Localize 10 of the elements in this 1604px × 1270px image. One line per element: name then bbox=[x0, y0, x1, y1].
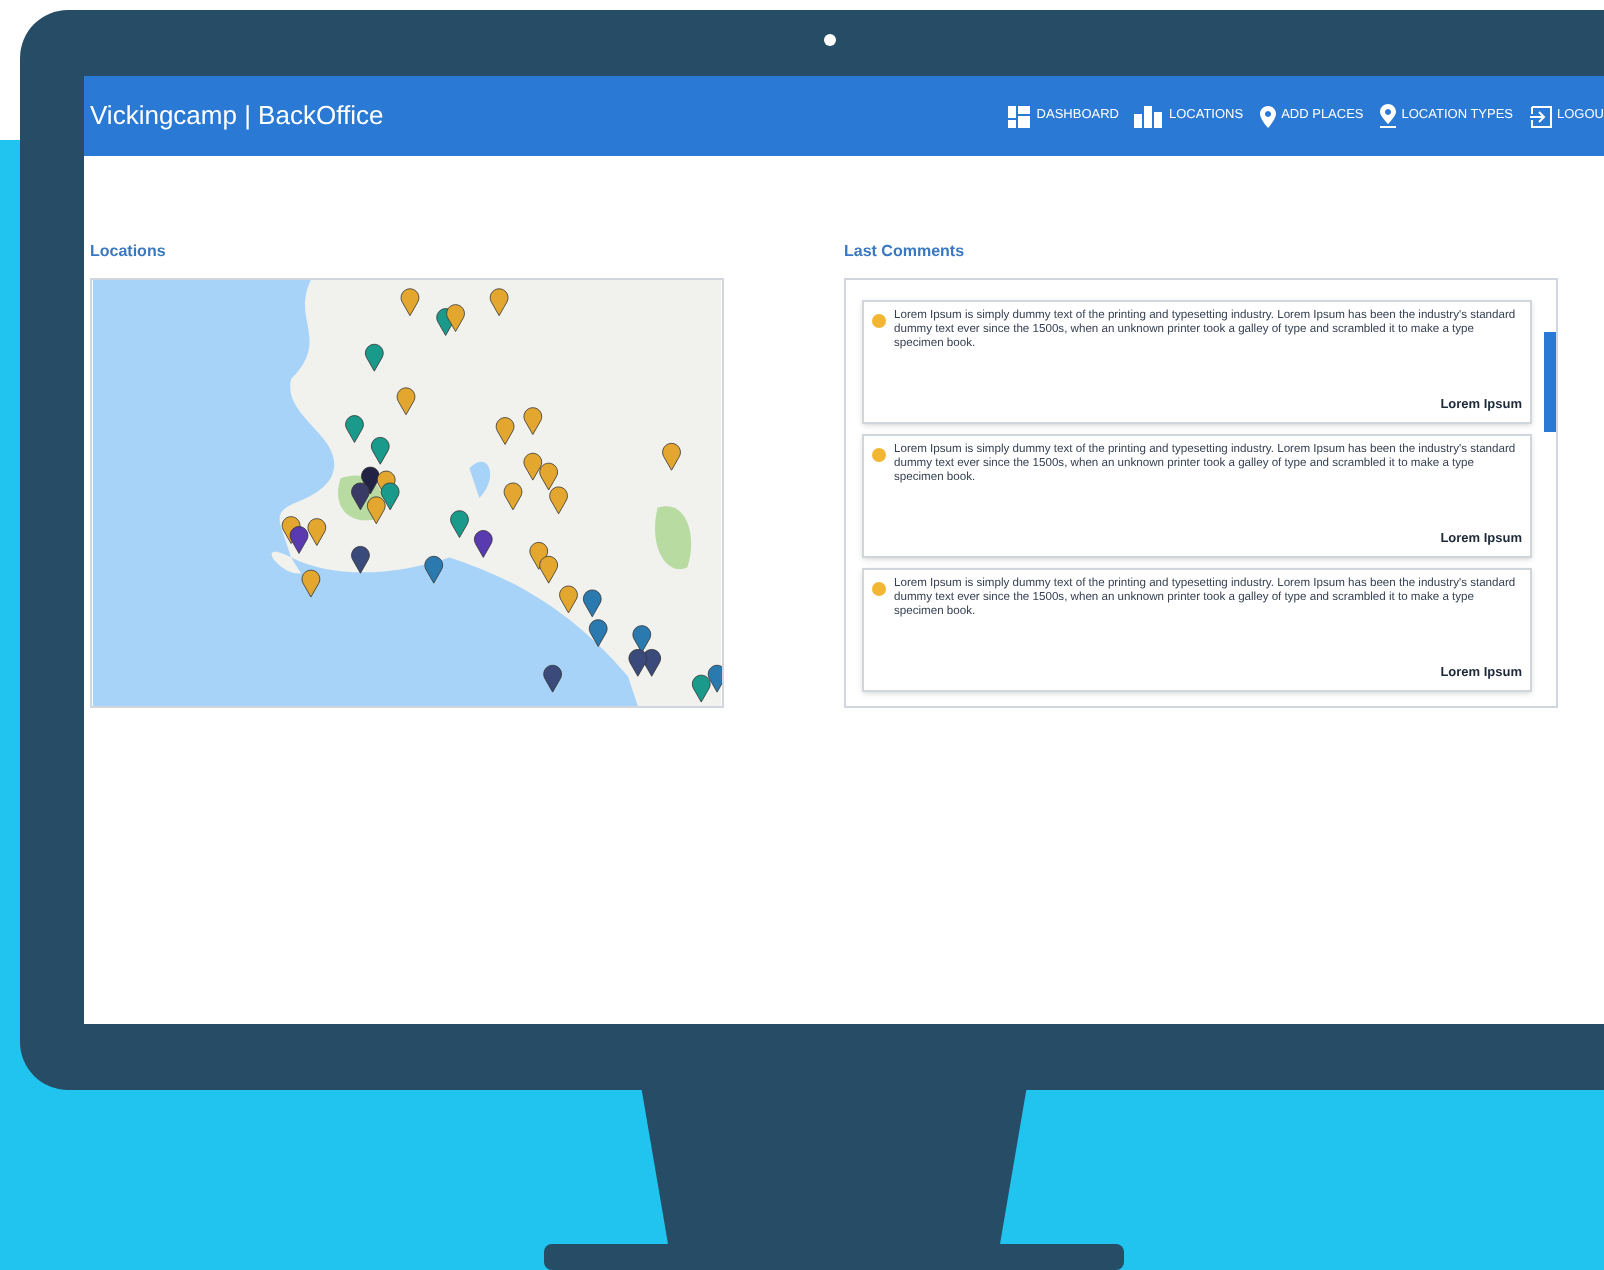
map-pin-icon bbox=[1379, 104, 1396, 128]
scrollbar-thumb[interactable] bbox=[1544, 332, 1556, 432]
section-heading: Locations bbox=[90, 240, 168, 264]
map-drawing[interactable] bbox=[90, 278, 724, 708]
logout-icon bbox=[1529, 105, 1552, 127]
dashboard-icon bbox=[1008, 105, 1031, 127]
app-title: Vickingcamp | BackOffice bbox=[90, 98, 384, 135]
section-heading: Last Comments bbox=[844, 240, 967, 264]
buildings-icon bbox=[1134, 105, 1163, 127]
map-pin-icon bbox=[1259, 105, 1276, 127]
